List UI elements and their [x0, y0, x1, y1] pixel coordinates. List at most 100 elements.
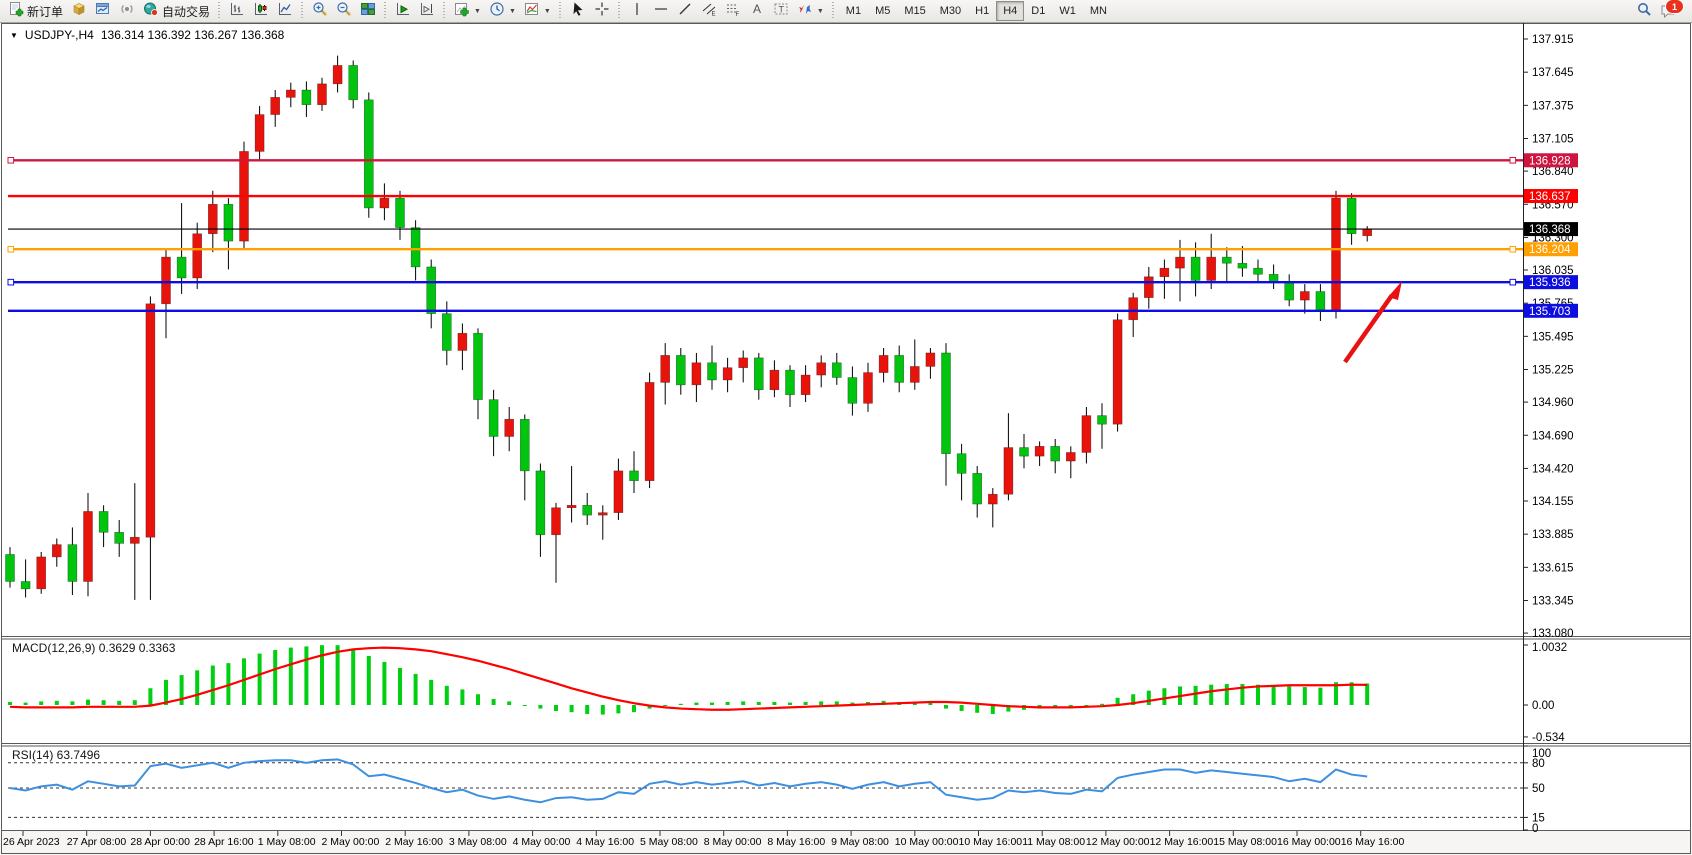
fibonacci-button[interactable]: F [721, 0, 745, 22]
chart-shift-button[interactable] [415, 0, 439, 22]
mt4-window: 新订单 自动交易 [0, 0, 1692, 855]
zoom-in-button[interactable] [308, 0, 332, 22]
equidistant-channel-button[interactable]: E [697, 0, 721, 22]
price-tick-label: 135.495 [1532, 331, 1574, 343]
collapse-triangle-icon: ▼ [10, 31, 18, 40]
macd-histogram-bar [991, 705, 995, 714]
macd-histogram-bar [195, 670, 199, 705]
svg-text:E: E [711, 11, 715, 17]
candlestick-chart-button[interactable] [249, 0, 273, 22]
new-chart-button[interactable] [91, 0, 115, 22]
auto-scroll-button[interactable] [391, 0, 415, 22]
chevron-down-icon: ▼ [817, 8, 824, 15]
macd-histogram-bar [726, 702, 730, 705]
macd-histogram-bar [788, 703, 792, 705]
bull-candle [1144, 277, 1153, 298]
toolbar-separator [300, 2, 305, 20]
macd-histogram-bar [367, 656, 371, 705]
new-order-label: 新订单 [27, 3, 63, 20]
timeframe-mn[interactable]: MN [1083, 1, 1114, 21]
market-depth-button[interactable] [67, 0, 91, 22]
time-axis-label: 27 Apr 08:00 [67, 836, 127, 848]
timeframe-m1[interactable]: M1 [839, 1, 868, 21]
bear-candle [489, 400, 498, 437]
time-axis-label: 16 May 16:00 [1341, 836, 1405, 848]
toolbar: 新订单 自动交易 [0, 0, 1692, 23]
crosshair-button[interactable] [590, 0, 614, 22]
indicators-button[interactable]: ▼ [450, 0, 485, 22]
chart-window-icon [95, 1, 111, 22]
bull-candle [988, 494, 997, 504]
bear-candle [1238, 263, 1247, 268]
arrows-button[interactable]: ▼ [793, 0, 828, 22]
bear-candle [427, 267, 436, 314]
bull-candle [1207, 257, 1216, 280]
signals-button[interactable] [115, 0, 139, 22]
time-axis-label: 16 May 00:00 [1277, 836, 1341, 848]
templates-button[interactable]: ▼ [520, 0, 555, 22]
template-icon [524, 1, 540, 22]
bull-candle [879, 355, 888, 372]
chart-background [0, 23, 1692, 855]
text-button[interactable]: A [745, 0, 769, 22]
bull-candle [910, 366, 919, 382]
tile-windows-button[interactable] [356, 0, 380, 22]
bear-candle [1347, 198, 1356, 234]
timeframe-m15[interactable]: M15 [897, 1, 932, 21]
price-tick-label: 137.915 [1532, 34, 1574, 46]
bar-chart-button[interactable] [225, 0, 249, 22]
new-order-button[interactable]: 新订单 [4, 0, 67, 22]
bull-candle [37, 557, 46, 589]
time-axis-label: 26 Apr 2023 [3, 836, 60, 848]
notifications-button[interactable]: 1 [1656, 0, 1682, 22]
timeframe-h4[interactable]: H4 [996, 1, 1024, 21]
price-tick-label: 134.690 [1532, 430, 1574, 442]
vertical-line-icon [629, 1, 645, 22]
timeframe-h1[interactable]: H1 [968, 1, 996, 21]
periods-button[interactable]: ▼ [485, 0, 520, 22]
price-tick-label: 134.420 [1532, 463, 1574, 475]
time-axis-label: 15 May 08:00 [1213, 836, 1277, 848]
macd-histogram-bar [336, 645, 340, 705]
bull-candle [380, 198, 389, 208]
chevron-down-icon: ▼ [474, 8, 481, 15]
line-chart-button[interactable] [273, 0, 297, 22]
macd-histogram-bar [304, 646, 308, 705]
vertical-line-button[interactable] [625, 0, 649, 22]
horizontal-line-button[interactable] [649, 0, 673, 22]
bull-candle [739, 358, 748, 368]
search-button[interactable] [1632, 0, 1656, 22]
auto-trading-button[interactable]: 自动交易 [139, 0, 214, 22]
price-tick-label: 134.155 [1532, 496, 1574, 508]
bear-candle [411, 228, 420, 267]
text-label-button[interactable]: T [769, 0, 793, 22]
cursor-button[interactable] [566, 0, 590, 22]
bear-candle [302, 90, 311, 105]
svg-text:T: T [778, 4, 784, 14]
bear-candle [1222, 257, 1231, 263]
bull-candle [614, 471, 623, 513]
zoom-out-button[interactable] [332, 0, 356, 22]
bear-candle [99, 511, 108, 532]
bull-candle [318, 84, 327, 105]
macd-histogram-bar [616, 705, 620, 713]
macd-histogram-bar [133, 700, 137, 705]
text-label-icon: T [773, 1, 789, 22]
line-handle [8, 279, 14, 285]
macd-histogram-bar [211, 666, 215, 705]
macd-indicator-label: MACD(12,26,9) 0.3629 0.3363 [12, 641, 175, 655]
timeframe-m30[interactable]: M30 [933, 1, 968, 21]
macd-histogram-bar [180, 675, 184, 705]
timeframe-m5[interactable]: M5 [868, 1, 897, 21]
trendline-button[interactable] [673, 0, 697, 22]
cube-icon [71, 1, 87, 22]
macd-histogram-bar [1209, 685, 1213, 705]
cursor-icon [570, 1, 586, 22]
timeframe-w1[interactable]: W1 [1052, 1, 1083, 21]
timeframe-d1[interactable]: D1 [1024, 1, 1052, 21]
channel-icon: E [701, 1, 717, 22]
macd-histogram-bar [757, 702, 761, 705]
bull-candle [1129, 298, 1138, 320]
macd-histogram-bar [1100, 704, 1104, 705]
chart-canvas[interactable]: 137.915137.645137.375137.105136.840136.5… [0, 0, 1692, 855]
